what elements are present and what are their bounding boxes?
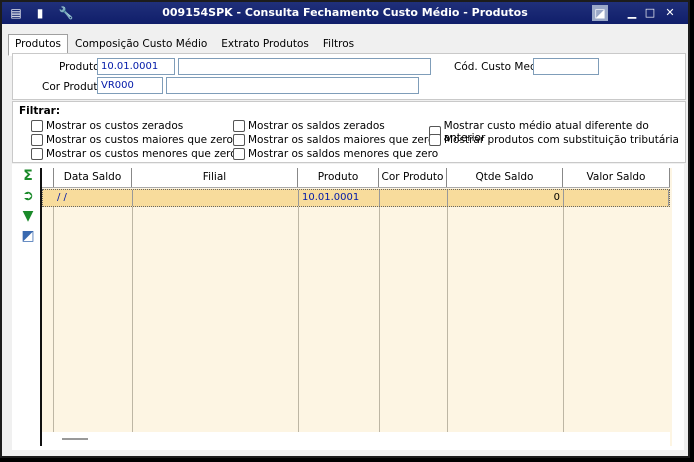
- picture-icon[interactable]: ◪: [592, 5, 608, 21]
- tab-bar: Produtos Composição Custo Médio Extrato …: [8, 34, 361, 56]
- column-header-valor-saldo[interactable]: Valor Saldo: [563, 168, 670, 187]
- checkbox-custos-menores-zero[interactable]: Mostrar os custos menores que zero: [31, 148, 237, 160]
- product-panel: Produto 10.01.0001 Cor Produto VR000 Cód…: [12, 53, 686, 100]
- cod-custo-medio-input[interactable]: [533, 58, 599, 75]
- checkbox-label: Mostrar os custos menores que zero: [46, 148, 237, 160]
- scrollbar-thumb[interactable]: [62, 438, 88, 440]
- checkbox-box[interactable]: [429, 134, 441, 146]
- checkbox-label: Mostrar os saldos zerados: [248, 120, 385, 132]
- minimize-button[interactable]: ▁: [624, 5, 640, 20]
- checkbox-box[interactable]: [31, 120, 43, 132]
- checkbox-label: Mostrar os custos zerados: [46, 120, 184, 132]
- filter-title: Filtrar:: [19, 105, 61, 117]
- checkbox-box[interactable]: [233, 148, 245, 160]
- column-divider: [132, 207, 133, 432]
- horizontal-scrollbar[interactable]: [42, 432, 670, 446]
- filter-panel: Filtrar: Mostrar os custos zerados Mostr…: [12, 101, 686, 163]
- checkbox-box[interactable]: [31, 148, 43, 160]
- grid-area: Σ ➲ ▼ ◩ Data Saldo Filial Produto Cor Pr…: [12, 164, 684, 450]
- cell-qtde-saldo[interactable]: 0: [448, 190, 564, 206]
- checkbox-saldos-maiores-zero[interactable]: Mostrar os saldos maiores que zero: [233, 134, 434, 146]
- column-divider: [563, 207, 564, 432]
- column-header-filial[interactable]: Filial: [132, 168, 298, 187]
- main-window: ▤ ▮ 🔧 009154SPK - Consulta Fechamento Cu…: [0, 0, 690, 458]
- window-title: 009154SPK - Consulta Fechamento Custo Mé…: [162, 6, 528, 19]
- filter-down-icon[interactable]: ▼: [20, 208, 36, 224]
- export-icon[interactable]: ➲: [20, 188, 36, 204]
- checkbox-label: Mostrar os saldos menores que zero: [248, 148, 439, 160]
- checkbox-label: Mostrar os custos maiores que zero: [46, 134, 233, 146]
- column-divider: [379, 207, 380, 432]
- produto-label: Produto: [59, 61, 100, 73]
- cell-produto[interactable]: 10.01.0001: [299, 190, 380, 206]
- checkbox-box[interactable]: [233, 120, 245, 132]
- column-divider: [53, 207, 54, 432]
- checkbox-label: Mostrar os saldos maiores que zero: [248, 134, 435, 146]
- grid-toolbar: Σ ➲ ▼ ◩: [20, 168, 40, 248]
- cell-data-saldo[interactable]: / /: [54, 190, 133, 206]
- grid-header: Data Saldo Filial Produto Cor Produto Qt…: [42, 168, 670, 188]
- produto-input[interactable]: 10.01.0001: [97, 58, 175, 75]
- checkbox-box[interactable]: [233, 134, 245, 146]
- cell-cor-produto[interactable]: [380, 190, 448, 206]
- cor-produto-input[interactable]: VR000: [97, 77, 163, 94]
- column-header-qtde-saldo[interactable]: Qtde Saldo: [447, 168, 563, 187]
- column-divider: [298, 207, 299, 432]
- cell-valor-saldo[interactable]: [564, 190, 669, 206]
- close-button[interactable]: ✕: [662, 5, 678, 20]
- column-divider: [447, 207, 448, 432]
- table-row[interactable]: / / 10.01.0001 0: [42, 189, 670, 207]
- checkbox-box[interactable]: [31, 134, 43, 146]
- maximize-button[interactable]: □: [642, 5, 658, 20]
- title-bar: ▤ ▮ 🔧 009154SPK - Consulta Fechamento Cu…: [2, 2, 688, 24]
- column-header-cor-produto[interactable]: Cor Produto: [379, 168, 447, 187]
- column-header-produto[interactable]: Produto: [298, 168, 379, 187]
- cor-produto-label: Cor Produto: [42, 81, 104, 93]
- cor-produto-description-field[interactable]: [166, 77, 419, 94]
- checkbox-custos-maiores-zero[interactable]: Mostrar os custos maiores que zero: [31, 134, 233, 146]
- image-icon[interactable]: ◩: [20, 228, 36, 244]
- grid-corner: [42, 168, 54, 187]
- cell-filial[interactable]: [133, 190, 299, 206]
- checkbox-saldos-menores-zero[interactable]: Mostrar os saldos menores que zero: [233, 148, 438, 160]
- produto-description-field[interactable]: [178, 58, 431, 75]
- column-header-data-saldo[interactable]: Data Saldo: [54, 168, 132, 187]
- checkbox-custos-zerados[interactable]: Mostrar os custos zerados: [31, 120, 183, 132]
- checkbox-saldos-zerados[interactable]: Mostrar os saldos zerados: [233, 120, 385, 132]
- results-grid[interactable]: Data Saldo Filial Produto Cor Produto Qt…: [40, 168, 672, 446]
- sum-icon[interactable]: Σ: [20, 168, 36, 184]
- checkbox-label: Mostrar produtos com substituição tribut…: [444, 134, 679, 146]
- checkbox-substituicao-tributaria[interactable]: Mostrar produtos com substituição tribut…: [429, 134, 679, 146]
